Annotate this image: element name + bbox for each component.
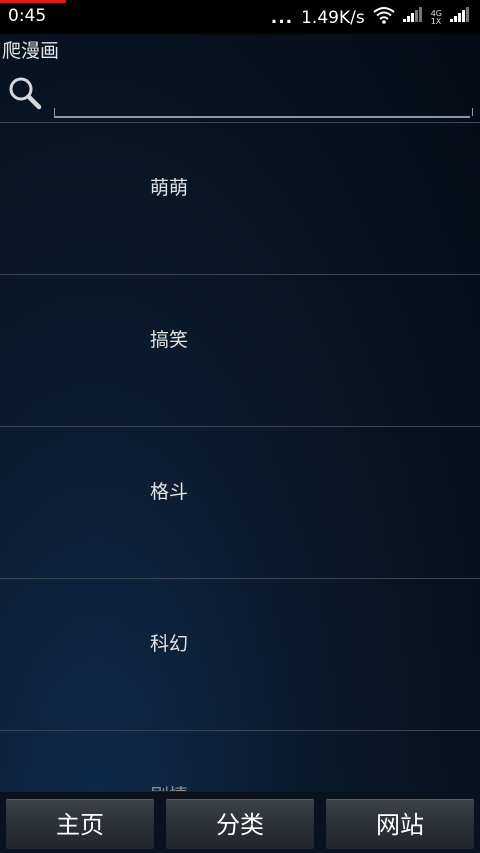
wifi-icon bbox=[373, 6, 395, 29]
app-screen: 0:45 ... 1.49K/s 4G 1X 爬漫画 萌萌 搞笑 格斗 科幻 主… bbox=[0, 0, 480, 853]
status-bar: 0:45 ... 1.49K/s 4G 1X bbox=[0, 0, 480, 34]
bottom-nav: 主页 分类 网站 bbox=[0, 792, 480, 853]
category-item-fighting[interactable]: 格斗 bbox=[0, 427, 480, 579]
category-item-scifi[interactable]: 科幻 bbox=[0, 579, 480, 731]
category-label: 科幻 bbox=[150, 633, 189, 655]
category-item-cute[interactable]: 萌萌 bbox=[0, 123, 480, 275]
category-label: 剧情 bbox=[150, 781, 188, 791]
network-type: 4G 1X bbox=[430, 9, 442, 26]
search-icon[interactable] bbox=[8, 76, 42, 110]
category-list[interactable]: 萌萌 搞笑 格斗 科幻 剧情 bbox=[0, 122, 480, 791]
sites-button[interactable]: 网站 bbox=[326, 799, 474, 849]
more-notifications-icon: ... bbox=[270, 7, 294, 28]
network-speed: 1.49K/s bbox=[301, 7, 365, 28]
category-item-funny[interactable]: 搞笑 bbox=[0, 275, 480, 427]
search-input-edge-right bbox=[472, 108, 473, 116]
home-button[interactable]: 主页 bbox=[6, 799, 154, 849]
category-button[interactable]: 分类 bbox=[166, 799, 314, 849]
category-label: 萌萌 bbox=[150, 177, 189, 199]
signal-icon-sim2 bbox=[450, 7, 470, 28]
category-label: 格斗 bbox=[150, 481, 189, 503]
category-label: 搞笑 bbox=[150, 329, 189, 351]
status-indicators: ... 1.49K/s 4G 1X bbox=[271, 6, 470, 29]
signal-icon-sim1 bbox=[402, 7, 423, 28]
network-type-bottom: 1X bbox=[430, 16, 442, 26]
status-time: 0:45 bbox=[8, 6, 47, 26]
status-progress-bar bbox=[0, 0, 66, 3]
search-input[interactable] bbox=[54, 84, 470, 118]
search-input-edge-left bbox=[54, 108, 55, 116]
category-item-drama[interactable]: 剧情 bbox=[0, 731, 480, 791]
app-title: 爬漫画 bbox=[2, 40, 60, 62]
